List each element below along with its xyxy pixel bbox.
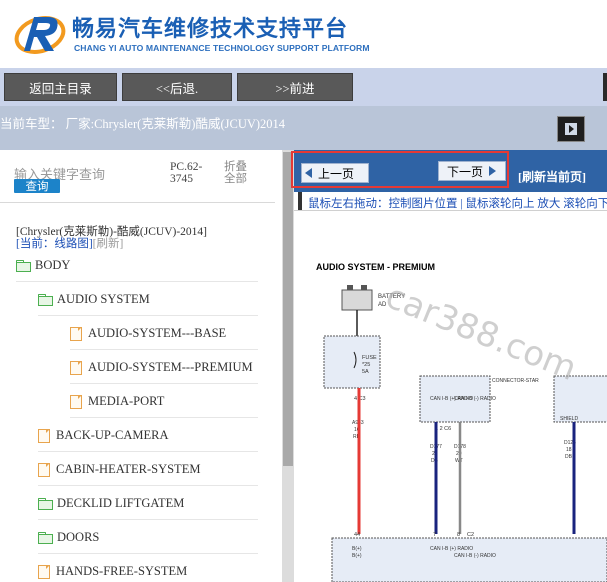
tree-item-label: AUDIO SYSTEM <box>57 292 150 306</box>
tree-file-audio-premium[interactable]: AUDIO-SYSTEM---PREMIUM <box>70 360 253 375</box>
site-subtitle: CHANG YI AUTO MAINTENANCE TECHNOLOGY SUP… <box>74 43 370 53</box>
row-separator <box>38 315 258 316</box>
file-icon <box>38 564 50 579</box>
forward-button[interactable]: >>前进 <box>237 73 353 101</box>
pin-c2: C2 <box>467 532 474 538</box>
radio-can-left: CAN I-B (+) RADIO <box>430 546 473 552</box>
row-separator <box>38 451 258 452</box>
current-label: [当前：线路图] <box>16 238 93 250</box>
tree-item-label: BODY <box>35 258 71 272</box>
current-location: [当前：线路图][刷新] <box>16 235 123 251</box>
file-icon <box>70 394 82 409</box>
tree-item-label: MEDIA-PORT <box>88 394 165 408</box>
search-button[interactable]: 查询 <box>14 179 60 193</box>
tree-item-label: AUDIO-SYSTEM---BASE <box>88 326 227 340</box>
tree-folder-decklid[interactable]: DECKLID LIFTGATEM <box>38 496 184 511</box>
tree-item-label: HANDS-FREE-SYSTEM <box>56 564 188 578</box>
wiring-diagram[interactable]: AUDIO SYSTEM - PREMIUM BATTERY AD FUSE *… <box>302 212 607 582</box>
back-button[interactable]: <<后退. <box>122 73 232 101</box>
folder-icon <box>16 260 31 272</box>
expand-panel-button[interactable] <box>557 116 585 142</box>
row-separator <box>70 349 258 350</box>
refresh-page-button[interactable]: [刷新当前页] <box>518 168 586 185</box>
hint-text: 鼠标左右拖动：控制图片位置 | 鼠标滚轮向上 放大 滚轮向下 缩小 <box>308 198 607 210</box>
battery-icon <box>341 285 373 311</box>
file-icon <box>38 462 50 477</box>
tree-file-cabin-heater[interactable]: CABIN-HEATER-SYSTEM <box>38 462 200 477</box>
pin-7: 7 <box>433 532 436 538</box>
radio-module-box <box>331 537 607 582</box>
tree-folder-audio-system[interactable]: AUDIO SYSTEM <box>38 292 150 307</box>
fuse-amp: *25 <box>362 362 370 368</box>
divider <box>0 202 275 203</box>
folder-icon <box>38 294 53 306</box>
can-right-label: CAN I-B (-) RADIO <box>454 396 496 402</box>
toolbar-edge <box>603 73 607 101</box>
car-model-text: 当前车型： 厂家:Chrysler(克莱斯勒)酷威(JCUV)2014 <box>0 117 286 131</box>
pc-code: PC.62-3745 <box>170 161 203 185</box>
watermark: car388.com <box>380 276 582 389</box>
row-separator <box>16 281 258 282</box>
row-separator <box>38 553 258 554</box>
tree-folder-doors[interactable]: DOORS <box>38 530 99 545</box>
radio-can-right: CAN I-B (-) RADIO <box>454 553 496 559</box>
file-icon <box>70 360 82 375</box>
wire-d126-color: DB <box>565 454 573 460</box>
pin-8: 8 <box>457 532 460 538</box>
fuse-box <box>323 335 381 389</box>
tree-folder-body[interactable]: BODY <box>16 258 70 273</box>
hint-edge <box>298 192 302 210</box>
catalog-panel: 输入关键字查询 查询 PC.62-3745 折叠全部 [Chrysler(克莱斯… <box>0 150 282 582</box>
scrollbar-thumb[interactable] <box>283 152 293 466</box>
diagram-title: AUDIO SYSTEM - PREMIUM <box>316 262 435 272</box>
tree-item-label: BACK-UP-CAMERA <box>56 428 169 442</box>
collapse-all-link[interactable]: 折叠全部 <box>224 161 252 185</box>
file-icon <box>38 428 50 443</box>
car-info-bar: 当前车型： 厂家:Chrysler(克莱斯勒)酷威(JCUV)2014 <box>0 106 607 150</box>
logo-icon <box>14 16 66 54</box>
b-plus-sub: B(+) <box>352 553 362 559</box>
row-separator <box>38 519 258 520</box>
file-icon <box>70 326 82 341</box>
fuse-rating: 5A <box>362 369 369 375</box>
tree-item-label: AUDIO-SYSTEM---PREMIUM <box>88 360 253 374</box>
row-separator <box>70 383 258 384</box>
toolbar: 返回主目录 <<后退. >>前进 <box>0 68 607 106</box>
tree-file-audio-base[interactable]: AUDIO-SYSTEM---BASE <box>70 326 226 341</box>
highlight-box <box>291 151 509 188</box>
shield-label: SHIELD <box>560 416 578 422</box>
fuse-label: FUSE <box>362 355 377 361</box>
site-title: 畅易汽车维修技术支持平台 <box>72 17 349 42</box>
row-separator <box>70 417 258 418</box>
b-plus-label: B(+) <box>352 546 362 552</box>
tree-item-label: CABIN-HEATER-SYSTEM <box>56 462 201 476</box>
tree-item-label: DOORS <box>57 530 100 544</box>
pin-44: 44 <box>354 532 360 538</box>
row-separator <box>38 485 258 486</box>
connector-star-label: CONNECTOR-STAR <box>492 378 539 384</box>
tree-file-backup-camera[interactable]: BACK-UP-CAMERA <box>38 428 169 443</box>
folder-icon <box>38 532 53 544</box>
wire-d126-gauge: 18 <box>566 447 572 453</box>
site-header: 畅易汽车维修技术支持平台 CHANG YI AUTO MAINTENANCE T… <box>0 0 607 68</box>
expand-arrow-icon <box>565 123 577 135</box>
folder-icon <box>38 498 53 510</box>
tree-file-media-port[interactable]: MEDIA-PORT <box>70 394 164 409</box>
refresh-link[interactable]: [刷新] <box>93 238 124 250</box>
tree-item-label: DECKLID LIFTGATEM <box>57 496 185 510</box>
home-button[interactable]: 返回主目录 <box>4 73 117 101</box>
tree-file-hands-free[interactable]: HANDS-FREE-SYSTEM <box>38 564 187 579</box>
